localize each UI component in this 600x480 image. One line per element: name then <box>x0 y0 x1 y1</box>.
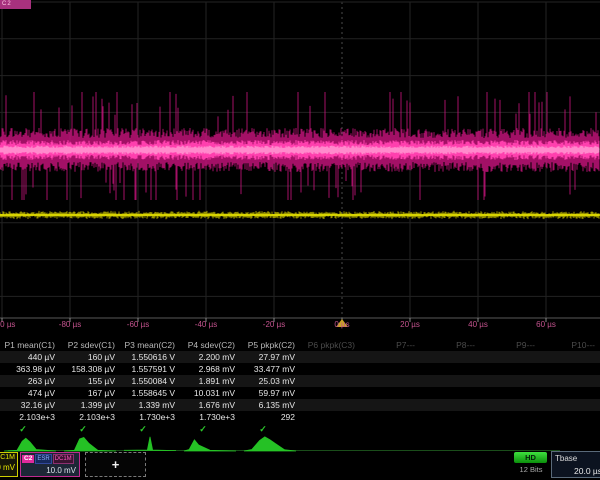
param-value: 6.135 mV <box>240 400 300 410</box>
dialog-stub[interactable]: + <box>85 452 146 477</box>
time-axis-label: 20 µs <box>400 320 420 329</box>
param-header-P10[interactable]: P10--- <box>540 340 600 350</box>
tbase-label: Tbase <box>555 454 577 463</box>
param-header-P7[interactable]: P7--- <box>360 340 420 350</box>
param-value: 1.550084 V <box>120 376 180 386</box>
hd-bits-label: 12 Bits <box>511 465 551 474</box>
status-check-icon: ✓ <box>240 424 300 435</box>
param-value: 263 µV <box>0 376 60 386</box>
histicon-P5 <box>244 437 296 451</box>
param-value: 1.339 mV <box>120 400 180 410</box>
param-value: 292 <box>240 412 300 422</box>
table-row: 32.16 µV1.399 µV1.339 mV1.676 mV6.135 mV <box>0 399 600 411</box>
param-value: 32.16 µV <box>0 400 60 410</box>
param-value: 1.676 mV <box>180 400 240 410</box>
param-header-P9[interactable]: P9--- <box>480 340 540 350</box>
time-axis-label: -40 µs <box>195 320 217 329</box>
time-axis-label: -20 µs <box>263 320 285 329</box>
param-value: 2.103e+3 <box>60 412 120 422</box>
waveform-grid[interactable]: C2 -100 µs -80 µs -60 µs -40 µs -20 µs 0 µs 20… <box>0 0 600 340</box>
param-value: 363.98 µV <box>0 364 60 374</box>
param-header-P4[interactable]: P4 sdev(C2) <box>180 340 240 350</box>
param-value: 440 µV <box>0 352 60 362</box>
time-axis-label: 0 µs <box>334 320 349 329</box>
histicon-P2 <box>64 438 116 452</box>
param-value: 2.200 mV <box>180 352 240 362</box>
table-row: 363.98 µV158.308 µV1.557591 V2.968 mV33.… <box>0 363 600 375</box>
c2-descriptor[interactable]: C2 ESR DC1M 10.0 mV <box>20 452 80 477</box>
param-value: 1.891 mV <box>180 376 240 386</box>
param-header-P2[interactable]: P2 sdev(C1) <box>60 340 120 350</box>
param-header-P3[interactable]: P3 mean(C2) <box>120 340 180 350</box>
hd-badge[interactable]: HD <box>514 452 547 463</box>
tbase-descriptor[interactable]: Tbase 20.0 µs <box>551 451 600 478</box>
param-header-P5[interactable]: P5 pkpk(C2) <box>240 340 300 350</box>
param-value: 474 µV <box>0 388 60 398</box>
tbase-value: 20.0 µs <box>574 466 600 476</box>
param-value: 1.557591 V <box>120 364 180 374</box>
param-value: 27.97 mV <box>240 352 300 362</box>
status-check-icon: ✓ <box>120 424 180 435</box>
status-check-icon: ✓ <box>0 424 60 435</box>
param-value: 1.399 µV <box>60 400 120 410</box>
trace-tab-c2[interactable]: C2 <box>0 0 31 9</box>
time-axis-label: -100 µs <box>0 320 15 329</box>
time-axis-label: -80 µs <box>59 320 81 329</box>
param-value: 59.97 mV <box>240 388 300 398</box>
c2-channel-badge: C2 <box>22 455 34 463</box>
param-value: 2.103e+3 <box>0 412 60 422</box>
c2-coupling-badge: DC1M <box>53 454 74 464</box>
c2-scale-value: 10.0 mV <box>21 464 79 475</box>
time-axis: -100 µs -80 µs -60 µs -40 µs -20 µs 0 µs 20 µs… <box>0 320 600 332</box>
param-value: 1.730e+3 <box>180 412 240 422</box>
oscilloscope-screen: C2 -100 µs -80 µs -60 µs -40 µs -20 µs 0 µs 20… <box>0 0 600 480</box>
param-value: 167 µV <box>60 388 120 398</box>
param-value: 158.308 µV <box>60 364 120 374</box>
c2-esr-badge: ESR <box>35 454 51 464</box>
param-value: 1.730e+3 <box>120 412 180 422</box>
param-header-P1[interactable]: P1 mean(C1) <box>0 340 60 350</box>
table-row: 474 µV167 µV1.558645 V10.031 mV59.97 mV <box>0 387 600 399</box>
status-check-icon: ✓ <box>180 424 240 435</box>
param-value: 10.031 mV <box>180 388 240 398</box>
param-header-P8[interactable]: P8--- <box>420 340 480 350</box>
param-value: 155 µV <box>60 376 120 386</box>
crosshair-icon: + <box>112 458 120 471</box>
histicon-P4 <box>184 440 236 451</box>
time-axis-label: -60 µs <box>127 320 149 329</box>
histicon-P3 <box>124 437 176 451</box>
table-row: 263 µV155 µV1.550084 V1.891 mV25.03 mV <box>0 375 600 387</box>
table-row: 2.103e+32.103e+31.730e+31.730e+3292 <box>0 411 600 423</box>
param-value: 1.558645 V <box>120 388 180 398</box>
histicon-row <box>0 434 600 452</box>
measurement-table: P1 mean(C1)P2 sdev(C1)P3 mean(C2)P4 sdev… <box>0 339 600 435</box>
c1-descriptor[interactable]: DC1M 20.0 mV <box>0 452 18 477</box>
param-value: 1.550616 V <box>120 352 180 362</box>
param-value: 33.477 mV <box>240 364 300 374</box>
c1-scale-value: 20.0 mV <box>0 461 17 472</box>
histicon-P1 <box>4 438 56 451</box>
param-value: 25.03 mV <box>240 376 300 386</box>
time-axis-label: 40 µs <box>468 320 488 329</box>
c1-coupling-label: DC1M <box>0 453 17 461</box>
table-row: 440 µV160 µV1.550616 V2.200 mV27.97 mV <box>0 351 600 363</box>
time-axis-label: 60 µs <box>536 320 556 329</box>
waveform-canvas[interactable] <box>0 0 600 340</box>
param-value: 2.968 mV <box>180 364 240 374</box>
param-header-P6[interactable]: P6 pkpk(C3) <box>300 340 360 350</box>
status-check-icon: ✓ <box>60 424 120 435</box>
param-value: 160 µV <box>60 352 120 362</box>
